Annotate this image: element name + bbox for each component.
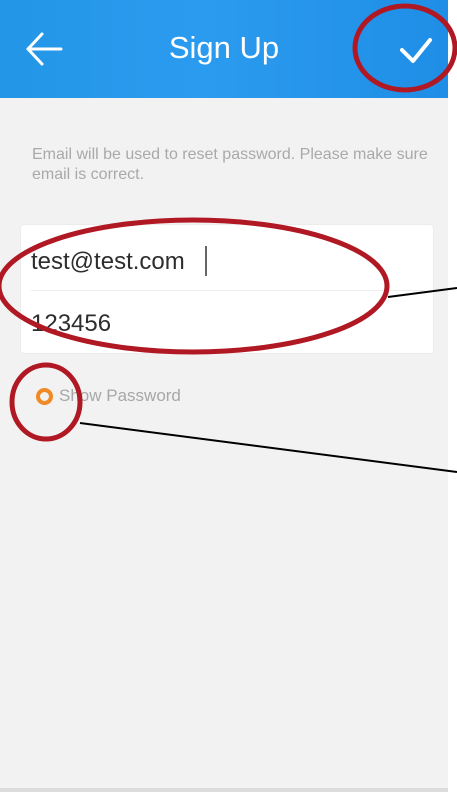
email-hint: Email will be used to reset password. Pl…: [32, 146, 428, 183]
done-button[interactable]: [386, 22, 446, 76]
email-field[interactable]: [31, 240, 411, 284]
bottom-divider: [0, 788, 448, 792]
credentials-card: [20, 224, 434, 354]
page-title: Sign Up: [168, 30, 280, 65]
show-password-label: Show Password: [59, 386, 181, 405]
radio-button-icon[interactable]: [36, 387, 53, 405]
field-divider: [31, 290, 425, 291]
show-password-toggle[interactable]: Show Password: [36, 381, 181, 411]
text-cursor: [205, 246, 207, 276]
checkmark-icon: [400, 38, 432, 63]
app-header: Sign Up: [0, 0, 448, 98]
password-field[interactable]: [31, 302, 411, 346]
sign-up-screen: Sign Up Email will be used to reset pass…: [0, 0, 448, 792]
